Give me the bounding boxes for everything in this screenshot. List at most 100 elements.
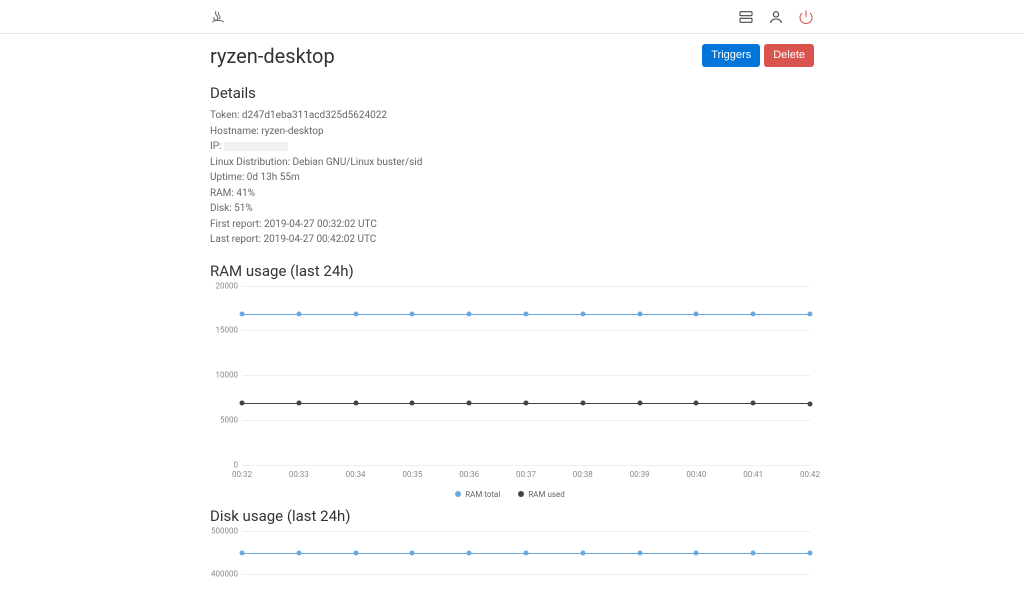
ram-chart: 05000100001500020000 00:32 00:33 00:34 00:3… <box>210 286 810 500</box>
x-axis-tick: 00:39 <box>630 470 650 479</box>
chart-point <box>240 312 245 317</box>
y-axis-tick: 500000 <box>208 527 238 536</box>
x-axis-tick: 00:36 <box>459 470 479 479</box>
x-axis-tick: 00:34 <box>346 470 366 479</box>
ram-label: RAM: <box>210 188 234 199</box>
chart-point <box>751 550 756 555</box>
header-buttons: Triggers Delete <box>702 44 814 67</box>
detail-distro: Linux Distribution: Debian GNU/Linux bus… <box>210 155 814 171</box>
brand-icon[interactable] <box>210 8 226 26</box>
chart-point <box>751 400 756 405</box>
y-axis-tick: 20000 <box>208 281 238 290</box>
x-axis-tick: 00:33 <box>289 470 309 479</box>
server-icon[interactable] <box>738 9 754 25</box>
chart-point <box>751 312 756 317</box>
chart-point <box>467 550 472 555</box>
chart-point <box>353 312 358 317</box>
chart-point <box>240 550 245 555</box>
legend-swatch-black <box>518 491 524 497</box>
hostname-label: Hostname: <box>210 126 259 137</box>
disk-value: 51% <box>234 203 253 214</box>
topbar-right <box>738 9 814 25</box>
triggers-button[interactable]: Triggers <box>702 44 760 67</box>
details-block: Details Token: d247d1eba311acd325d562402… <box>210 84 814 248</box>
detail-hostname: Hostname: ryzen-desktop <box>210 124 814 140</box>
chart-point <box>524 400 529 405</box>
uptime-value: 0d 13h 55m <box>247 172 300 183</box>
hostname-value: ryzen-desktop <box>261 126 323 137</box>
detail-last-report: Last report: 2019-04-27 00:42:02 UTC <box>210 232 814 248</box>
user-icon[interactable] <box>768 9 784 25</box>
legend-ram-used-label: RAM used <box>528 490 564 499</box>
detail-first-report: First report: 2019-04-27 00:32:02 UTC <box>210 217 814 233</box>
chart-point <box>580 550 585 555</box>
page-header: ryzen-desktop Triggers Delete <box>210 44 814 68</box>
chart-point <box>808 401 813 406</box>
first-report-label: First report: <box>210 219 262 230</box>
chart-point <box>580 312 585 317</box>
x-axis-tick: 00:42 <box>800 470 820 479</box>
chart-point <box>637 400 642 405</box>
chart-point <box>637 550 642 555</box>
legend-ram-used: RAM used <box>518 490 564 499</box>
chart-point <box>808 550 813 555</box>
chart-point <box>580 400 585 405</box>
disk-chart-plot: 400000500000 <box>242 531 810 575</box>
legend-ram-total-label: RAM total <box>465 490 500 499</box>
chart-point <box>524 312 529 317</box>
y-axis-tick: 10000 <box>208 371 238 380</box>
chart-point <box>240 400 245 405</box>
main-container: ryzen-desktop Triggers Delete Details To… <box>0 34 1024 605</box>
token-value: d247d1eba311acd325d5624022 <box>242 110 387 121</box>
ram-chart-legend: RAM total RAM used <box>210 490 810 500</box>
chart-point <box>296 312 301 317</box>
chart-point <box>410 550 415 555</box>
chart-point <box>637 312 642 317</box>
uptime-label: Uptime: <box>210 172 244 183</box>
last-report-label: Last report: <box>210 234 261 245</box>
chart-point <box>694 400 699 405</box>
disk-label: Disk: <box>210 203 232 214</box>
topbar <box>0 0 1024 34</box>
y-axis-tick: 15000 <box>208 326 238 335</box>
chart-point <box>353 550 358 555</box>
distro-value: Debian GNU/Linux buster/sid <box>293 157 423 168</box>
y-axis-tick: 400000 <box>208 570 238 579</box>
delete-button[interactable]: Delete <box>764 44 814 67</box>
ram-chart-section: RAM usage (last 24h) 0500010000150002000… <box>210 262 814 500</box>
x-axis-tick: 00:37 <box>516 470 536 479</box>
disk-chart: 400000500000 <box>210 531 810 575</box>
detail-token: Token: d247d1eba311acd325d5624022 <box>210 108 814 124</box>
x-axis-tick: 00:40 <box>686 470 706 479</box>
first-report-value: 2019-04-27 00:32:02 UTC <box>264 219 377 230</box>
chart-point <box>353 400 358 405</box>
chart-point <box>467 312 472 317</box>
disk-chart-section: Disk usage (last 24h) 400000500000 <box>210 507 814 575</box>
detail-ram: RAM: 41% <box>210 186 814 202</box>
x-axis-tick: 00:41 <box>743 470 763 479</box>
y-axis-tick: 5000 <box>208 415 238 424</box>
chart-point <box>296 400 301 405</box>
distro-label: Linux Distribution: <box>210 157 290 168</box>
page-title: ryzen-desktop <box>210 44 335 68</box>
ram-chart-plot: 05000100001500020000 <box>242 286 810 466</box>
ram-value: 41% <box>236 188 255 199</box>
ram-chart-xaxis: 00:3200:3300:3400:3500:3600:3700:3800:39… <box>242 466 810 484</box>
chart-point <box>694 550 699 555</box>
ip-label: IP: <box>210 141 221 152</box>
x-axis-tick: 00:32 <box>232 470 252 479</box>
disk-chart-heading: Disk usage (last 24h) <box>210 507 814 525</box>
ip-value-masked <box>224 142 288 151</box>
chart-point <box>808 312 813 317</box>
x-axis-tick: 00:35 <box>402 470 422 479</box>
details-heading: Details <box>210 84 814 102</box>
x-axis-tick: 00:38 <box>573 470 593 479</box>
last-report-value: 2019-04-27 00:42:02 UTC <box>263 234 376 245</box>
detail-disk: Disk: 51% <box>210 201 814 217</box>
power-icon[interactable] <box>798 9 814 25</box>
token-label: Token: <box>210 110 239 121</box>
chart-point <box>524 550 529 555</box>
y-axis-tick: 0 <box>208 460 238 469</box>
detail-uptime: Uptime: 0d 13h 55m <box>210 170 814 186</box>
topbar-left <box>210 8 226 26</box>
